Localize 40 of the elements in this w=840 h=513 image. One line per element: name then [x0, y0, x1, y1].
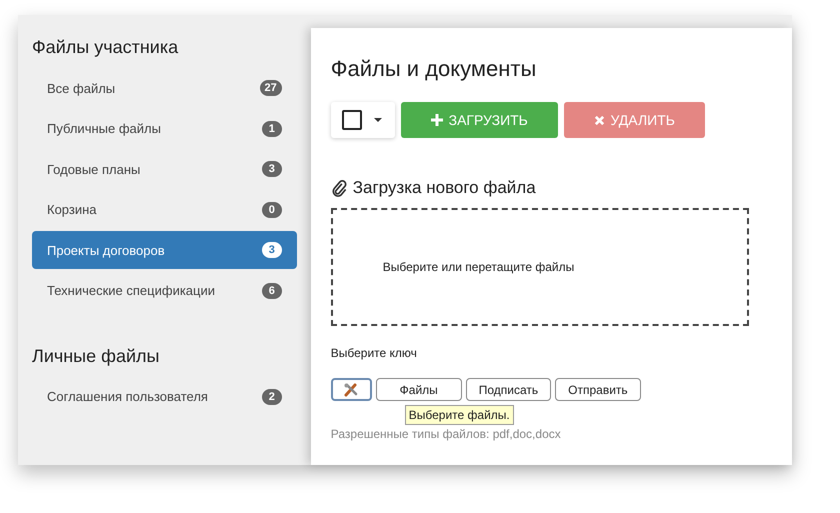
item-label: Все файлы — [47, 80, 116, 96]
sidebar-item[interactable]: Все файлы 27 — [32, 69, 297, 107]
count-badge: 1 — [262, 120, 282, 137]
key-button[interactable]: Отправить — [555, 378, 641, 401]
sidebar-item[interactable]: Корзина 0 — [32, 190, 297, 229]
count-badge: 27 — [260, 80, 282, 96]
close-icon — [594, 114, 605, 126]
drop-zone[interactable]: Выберите или перетащите файлы — [330, 208, 749, 326]
item-label: Технические спецификации — [47, 283, 215, 298]
caret-icon — [374, 118, 382, 122]
count-badge: 3 — [262, 242, 282, 258]
item-label: Корзина — [47, 202, 97, 218]
section-heading: Загрузка нового файла — [352, 178, 536, 198]
tools-button[interactable] — [330, 378, 372, 401]
section-title: Файлы участника — [32, 37, 180, 59]
sidebar-item[interactable]: Технические спецификации 6 — [32, 272, 297, 310]
count-badge: 0 — [262, 202, 282, 218]
sidebar-item[interactable]: Годовые планы 3 — [32, 150, 297, 188]
key-button[interactable]: Подписать — [466, 378, 552, 401]
sidebar-item[interactable]: Публичные файлы 1 — [32, 110, 297, 148]
sidebar-item[interactable]: Соглашения пользователя 2 — [32, 378, 297, 416]
item-label: Годовые планы — [47, 162, 140, 177]
key-button[interactable]: Файлы — [376, 378, 462, 401]
item-label: Публичные файлы — [47, 121, 161, 136]
field-label: Выберите ключ — [330, 346, 418, 360]
tooltip: Выберите файлы. — [404, 405, 514, 425]
plus-icon — [430, 114, 443, 126]
sidebar-item[interactable]: Проекты договоров 3 — [32, 231, 297, 270]
count-badge: 2 — [262, 388, 282, 405]
checkbox[interactable] — [342, 110, 362, 130]
section-title: Личные файлы — [32, 346, 160, 368]
count-badge: 3 — [262, 161, 282, 178]
drop-zone-text: Выберите или перетащите файлы — [382, 260, 574, 274]
count-badge: 6 — [262, 282, 282, 299]
page-title: Файлы и документы — [330, 56, 538, 82]
tools-icon — [343, 382, 360, 398]
allowed-types-text: Разрешенные типы файлов: pdf,doc,docx — [330, 427, 562, 441]
item-label: Соглашения пользователя — [47, 389, 208, 404]
paperclip-icon — [330, 180, 347, 196]
item-label: Проекты договоров — [47, 242, 165, 258]
